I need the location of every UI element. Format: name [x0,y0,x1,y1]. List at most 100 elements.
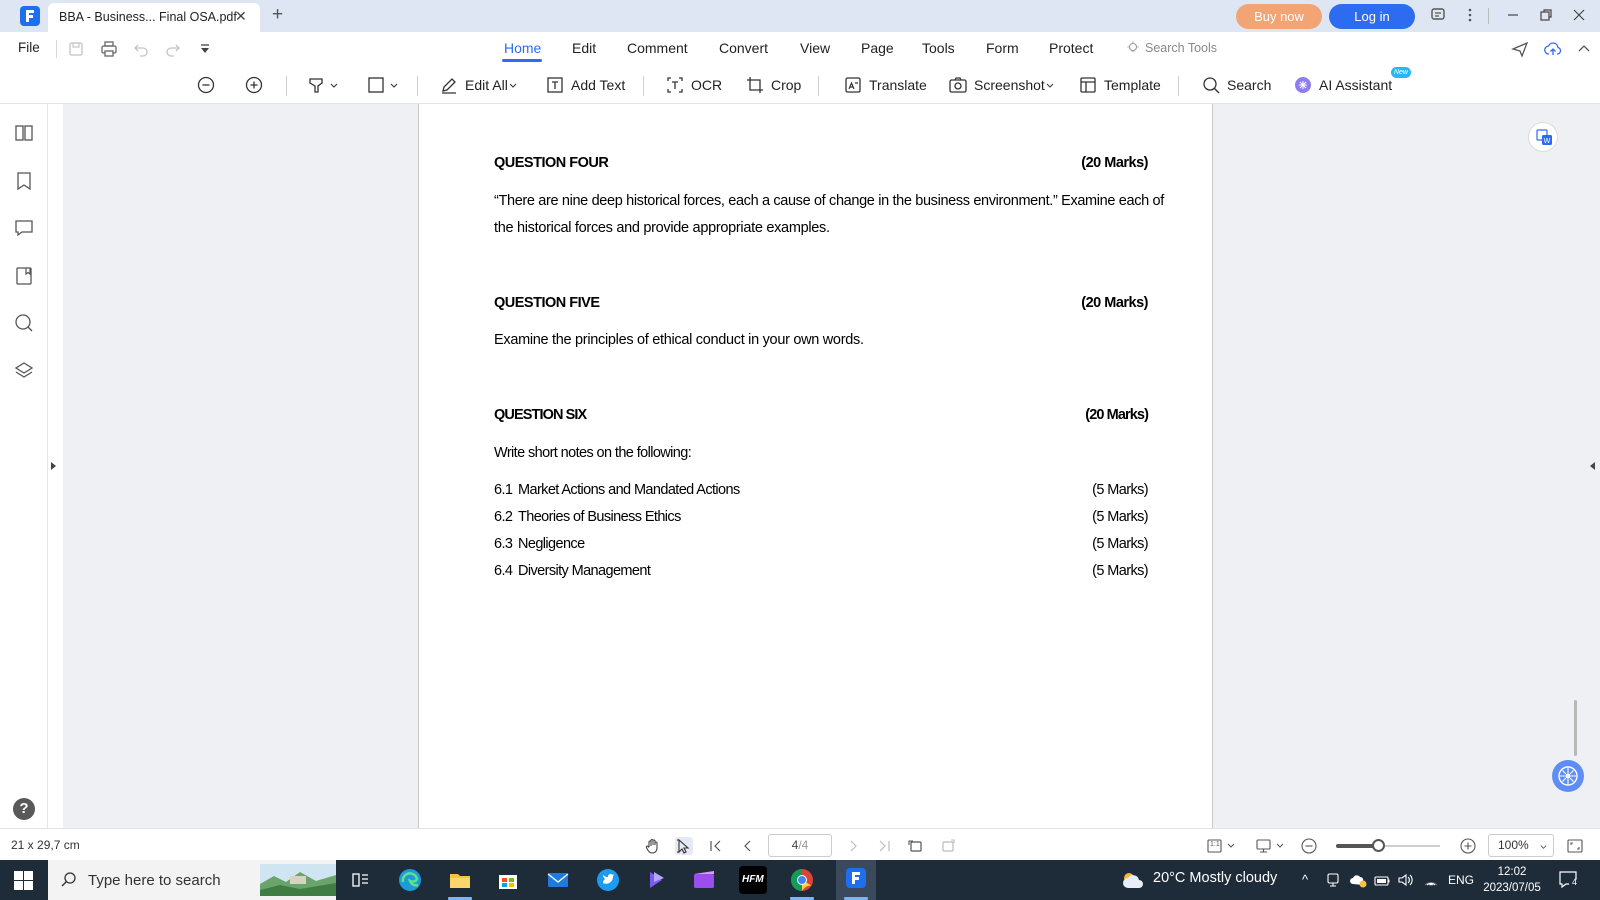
quick-access-dropdown-icon[interactable] [195,39,215,59]
pdfelement-taskbar-icon[interactable] [836,860,876,900]
microsoft-store-icon[interactable] [494,866,522,894]
share-icon[interactable] [1510,39,1530,59]
tab-protect[interactable]: Protect [1049,40,1093,56]
tab-view[interactable]: View [800,40,830,56]
previous-page-icon[interactable] [739,837,757,855]
tab-tools[interactable]: Tools [922,40,955,56]
redo-icon[interactable] [163,39,183,59]
expand-left-panel-icon[interactable] [51,462,56,470]
close-window-icon[interactable] [1571,7,1589,25]
more-options-icon[interactable] [1462,7,1480,25]
weather-text[interactable]: 20°C Mostly cloudy [1153,870,1277,886]
comments-icon[interactable] [13,217,35,239]
page-display-mode-icon[interactable] [1255,837,1289,855]
template-button[interactable]: Template [1078,73,1161,97]
task-view-icon[interactable] [346,866,374,894]
file-explorer-icon[interactable] [446,866,474,894]
vertical-scrollbar[interactable] [1574,700,1577,756]
add-text-button[interactable]: Add Text [545,73,625,97]
log-in-button[interactable]: Log in [1329,4,1415,29]
ai-floating-assistant-icon[interactable] [1552,760,1584,792]
buy-now-button[interactable]: Buy now [1236,4,1322,29]
file-menu[interactable]: File [18,40,40,55]
feedback-icon[interactable] [1430,7,1448,25]
camera-icon [949,77,967,93]
list-item-text: Market Actions and Mandated Actions [518,482,740,498]
restore-icon[interactable] [1538,7,1556,25]
wifi-icon[interactable] [1422,872,1440,891]
save-icon[interactable] [66,39,86,59]
search-panel-icon[interactable] [13,312,35,334]
help-icon[interactable]: ? [13,798,35,820]
tab-form[interactable]: Form [986,40,1019,56]
zoom-level-select[interactable]: 100% [1488,834,1554,857]
edge-browser-icon[interactable] [396,866,424,894]
tab-home[interactable]: Home [504,40,541,56]
attachments-icon[interactable] [13,265,35,287]
onedrive-warning-icon[interactable] [1349,872,1367,891]
hfm-app-icon[interactable]: HFM [739,866,767,894]
notification-center-icon[interactable]: 4 [1558,870,1580,890]
convert-to-word-icon[interactable]: W [1528,122,1558,152]
tab-convert[interactable]: Convert [719,40,768,56]
fit-page-icon[interactable] [939,837,957,855]
translate-button[interactable]: Translate [843,73,927,97]
bookmark-icon[interactable] [13,170,35,192]
new-tab-icon[interactable]: + [272,4,283,26]
zoom-slider-handle[interactable] [1371,839,1385,852]
show-hidden-icons-icon[interactable]: ^ [1302,872,1308,887]
taskbar-search-box[interactable]: Type here to search [48,860,336,900]
ai-assistant-button[interactable]: AI Assistant [1293,73,1392,97]
battery-icon[interactable] [1373,872,1391,891]
status-zoom-in-icon[interactable] [1459,837,1477,855]
cloud-upload-icon[interactable] [1543,39,1563,59]
search-button[interactable]: Search [1201,73,1271,97]
minimize-icon[interactable] [1505,7,1523,25]
system-clock[interactable]: 12:02 2023/07/05 [1480,864,1544,896]
document-tab[interactable]: BBA - Business... Final OSA.pdf ✕ [48,3,260,32]
edit-all-button[interactable]: Edit All [439,73,524,97]
twitter-icon[interactable] [594,866,622,894]
windows-start-icon[interactable] [14,871,33,890]
zoom-out-button[interactable] [196,73,222,97]
language-indicator[interactable]: ENG [1448,873,1474,887]
thumbnails-icon[interactable] [13,122,35,144]
crop-button[interactable]: Crop [745,73,801,97]
search-label: Search [1227,77,1272,93]
mail-icon[interactable] [544,866,572,894]
search-tools-field[interactable]: Search Tools [1145,41,1217,55]
ocr-button[interactable]: OCR [665,73,722,97]
collapse-ribbon-icon[interactable] [1574,39,1594,59]
tab-page[interactable]: Page [861,40,894,56]
highlight-tool-button[interactable] [307,73,345,97]
expand-right-panel-icon[interactable] [1590,462,1595,470]
next-page-icon[interactable] [844,837,862,855]
tab-comment[interactable]: Comment [627,40,688,56]
first-page-icon[interactable] [707,837,725,855]
pdf-page[interactable]: QUESTION FOUR (20 Marks) “There are nine… [418,104,1213,828]
hand-tool-icon[interactable] [644,837,662,855]
zoom-in-button[interactable] [244,73,270,97]
zoom-slider[interactable] [1336,839,1440,852]
question-six-title: QUESTION SIX [494,407,587,423]
meet-now-icon[interactable] [1325,872,1341,891]
layers-icon[interactable] [13,360,35,382]
actual-size-button[interactable]: 1:1 [1206,837,1240,855]
power-automate-icon[interactable] [642,866,670,894]
clipchamp-icon[interactable] [690,866,718,894]
svg-text:W: W [1544,137,1551,145]
print-icon[interactable] [99,39,119,59]
screenshot-button[interactable]: Screenshot [948,73,1061,97]
last-page-icon[interactable] [875,837,893,855]
rotate-view-icon[interactable] [907,837,925,855]
volume-icon[interactable] [1397,872,1415,891]
close-tab-icon[interactable]: ✕ [235,8,247,25]
shape-tool-button[interactable] [367,73,405,97]
chrome-icon[interactable] [788,866,816,894]
page-number-field[interactable]: 4/4 [768,834,832,857]
select-tool-icon[interactable] [675,837,693,855]
tab-edit[interactable]: Edit [572,40,596,56]
status-zoom-out-icon[interactable] [1300,837,1318,855]
undo-icon[interactable] [131,39,151,59]
fullscreen-icon[interactable] [1566,837,1584,855]
